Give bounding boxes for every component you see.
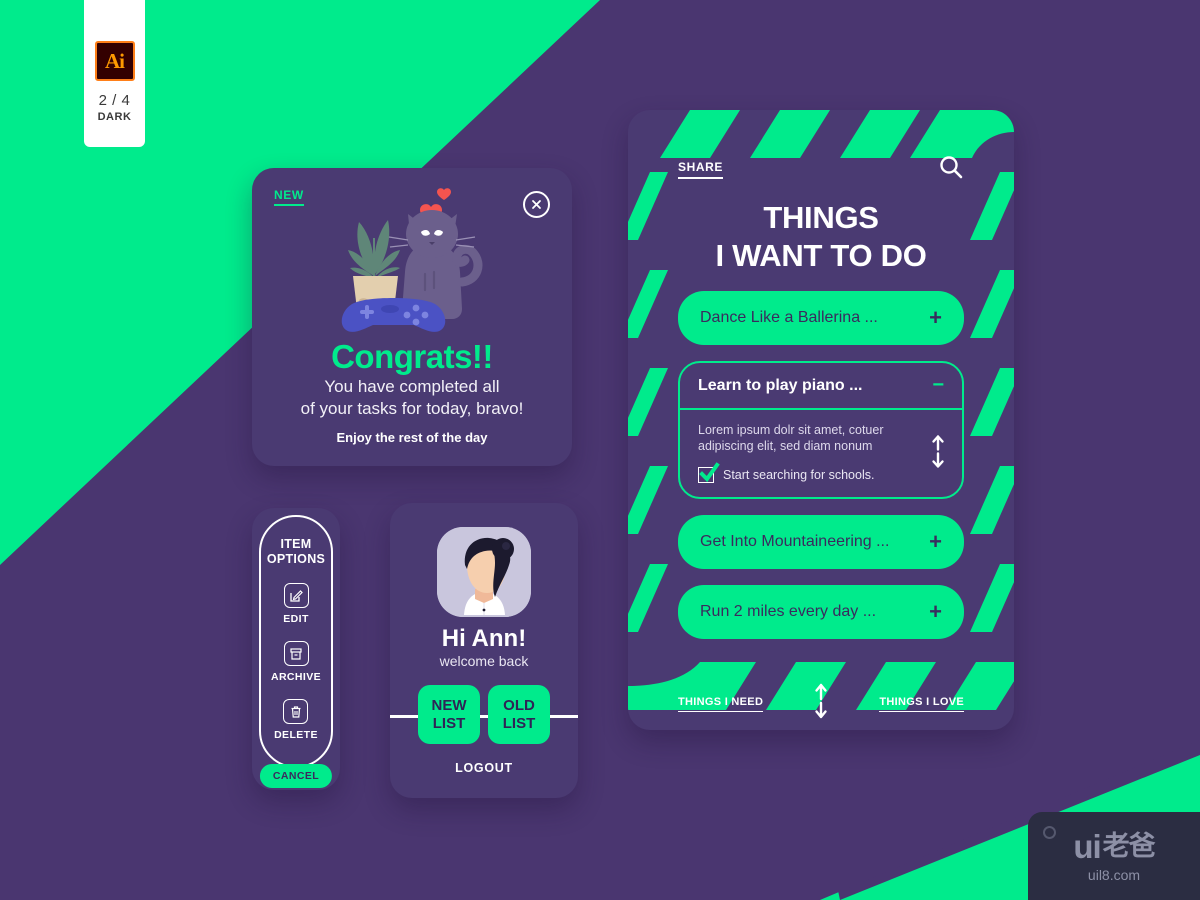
close-icon xyxy=(532,200,541,209)
subtask-label: Start searching for schools. xyxy=(723,468,875,482)
todo-item-2-label: Get Into Mountaineering ... xyxy=(700,533,890,550)
close-circle-icon[interactable] xyxy=(523,191,550,218)
option-edit[interactable]: EDIT xyxy=(283,583,309,625)
watermark-dot-icon xyxy=(1043,826,1056,839)
todo-item-1-expanded: Learn to play piano ... − Lorem ipsum do… xyxy=(678,361,964,499)
greeting-title: Hi Ann! xyxy=(441,625,527,652)
cat-plant-gamepad-illustration xyxy=(341,188,483,332)
edit-icon xyxy=(283,583,309,608)
new-link[interactable]: NEW xyxy=(274,188,304,206)
todo-description: Lorem ipsum dolr sit amet, cotuer adipis… xyxy=(698,422,908,454)
expand-icon: + xyxy=(929,599,942,624)
watermark-logo-latin: ui xyxy=(1073,827,1101,865)
page-title-line2: I WANT TO DO xyxy=(715,238,927,273)
todo-item-1-label: Learn to play piano ... xyxy=(698,376,863,394)
trash-icon xyxy=(283,699,309,724)
todo-item-3[interactable]: Run 2 miles every day ... + xyxy=(678,585,964,639)
item-options-panel: ITEM OPTIONS EDIT ARCHIVE DELETE CANCEL xyxy=(252,508,340,790)
todo-item-1-body: Lorem ipsum dolr sit amet, cotuer adipis… xyxy=(680,410,962,497)
item-options-title: ITEM OPTIONS xyxy=(267,537,325,567)
background-diagonals xyxy=(0,0,1200,900)
badge-mode: DARK xyxy=(97,111,132,123)
item-options-ring: ITEM OPTIONS EDIT ARCHIVE DELETE xyxy=(259,515,333,768)
old-list-label-1: OLD xyxy=(503,696,535,714)
watermark: ui 老爸 uil8.com xyxy=(1028,812,1200,900)
app-badge: Ai 2 / 4 DARK xyxy=(84,0,145,147)
todo-item-1-header[interactable]: Learn to play piano ... − xyxy=(680,363,962,410)
congrats-body-line1: You have completed all xyxy=(324,377,500,396)
item-options-title-line2: OPTIONS xyxy=(266,552,326,566)
subtask-row[interactable]: Start searching for schools. xyxy=(698,462,944,483)
congrats-footer: Enjoy the rest of the day xyxy=(336,430,488,445)
checkbox-checked[interactable] xyxy=(698,462,720,483)
congrats-body: You have completed all of your tasks for… xyxy=(252,376,572,420)
todo-item-3-label: Run 2 miles every day ... xyxy=(700,603,877,620)
badge-count: 2 / 4 xyxy=(98,92,131,109)
option-delete[interactable]: DELETE xyxy=(274,699,318,741)
congrats-body-line2: of your tasks for today, bravo! xyxy=(300,399,524,418)
todo-description-line2: adipiscing elit, sed diam nonum xyxy=(698,439,873,453)
todo-item-2[interactable]: Get Into Mountaineering ... + xyxy=(678,515,964,569)
avatar xyxy=(437,527,531,617)
share-link[interactable]: SHARE xyxy=(678,160,724,179)
congrats-title: Congrats!! xyxy=(331,338,493,375)
things-i-love-link[interactable]: THINGS I LOVE xyxy=(879,696,964,712)
watermark-url: uil8.com xyxy=(1087,866,1141,883)
list-buttons: NEW LIST OLD LIST xyxy=(390,685,578,744)
option-edit-label: EDIT xyxy=(283,613,309,625)
option-archive-label: ARCHIVE xyxy=(270,671,322,683)
new-list-label-1: NEW xyxy=(431,696,467,714)
old-list-label-2: LIST xyxy=(502,714,536,732)
footer-up-down-arrow-icon[interactable] xyxy=(813,683,829,724)
card-footer: THINGS I NEED THINGS I LOVE xyxy=(678,683,964,724)
option-delete-label: DELETE xyxy=(274,729,318,741)
congrats-card: NEW Congrats!! You have completed all of… xyxy=(252,168,572,466)
collapse-icon: − xyxy=(932,374,944,396)
option-archive[interactable]: ARCHIVE xyxy=(271,641,321,683)
expand-icon: + xyxy=(929,305,942,330)
expand-icon: + xyxy=(929,529,942,554)
card-top-row: SHARE xyxy=(678,110,964,185)
watermark-logo: ui 老爸 xyxy=(1073,827,1156,865)
cancel-button[interactable]: CANCEL xyxy=(259,764,333,788)
new-list-label-2: LIST xyxy=(432,714,466,732)
todo-description-line1: Lorem ipsum dolr sit amet, cotuer xyxy=(698,423,884,437)
search-icon[interactable] xyxy=(938,154,964,185)
greeting-subtitle: welcome back xyxy=(439,653,529,669)
item-options-title-line1: ITEM xyxy=(280,537,312,551)
logout-button[interactable]: LOGOUT xyxy=(390,761,578,775)
page-title-line1: THINGS xyxy=(763,200,879,235)
up-down-arrow-icon[interactable] xyxy=(930,434,946,473)
archive-icon xyxy=(283,641,309,666)
illustrator-icon: Ai xyxy=(94,41,135,81)
todo-item-0-label: Dance Like a Ballerina ... xyxy=(700,309,878,326)
old-list-button[interactable]: OLD LIST xyxy=(488,685,550,744)
new-list-button[interactable]: NEW LIST xyxy=(418,685,480,744)
page-title: THINGS I WANT TO DO xyxy=(678,199,964,275)
todo-item-0[interactable]: Dance Like a Ballerina ... + xyxy=(678,291,964,345)
things-i-need-link[interactable]: THINGS I NEED xyxy=(678,696,764,712)
profile-card: Hi Ann! welcome back NEW LIST OLD LIST L… xyxy=(390,503,578,798)
watermark-logo-cn: 老爸 xyxy=(1102,830,1156,862)
check-icon xyxy=(699,462,720,483)
todo-list-card: SHARE THINGS I WANT TO DO Dance Like a B… xyxy=(628,110,1014,730)
